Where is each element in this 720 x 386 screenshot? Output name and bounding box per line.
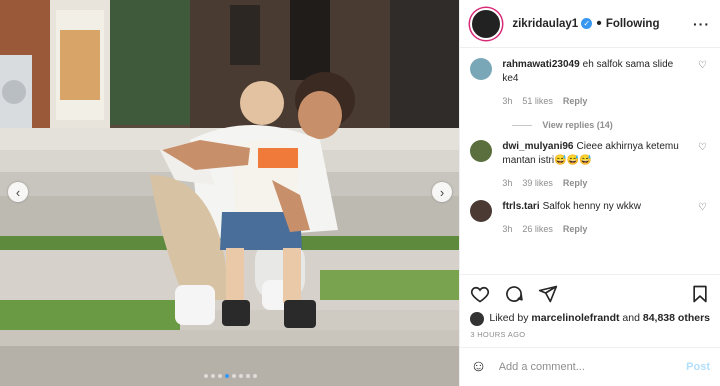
chevron-left-icon[interactable]: ‹	[8, 182, 28, 202]
avatar[interactable]	[470, 140, 493, 162]
comment-meta: 3h 26 likes Reply	[502, 222, 692, 236]
chevron-right-icon[interactable]: ›	[432, 182, 452, 202]
carousel-dot	[210, 374, 215, 378]
comment-username[interactable]: ftrls.tari	[502, 201, 539, 212]
comment-username[interactable]: rahmawati23049	[502, 59, 579, 70]
liked-and-label: and	[622, 312, 640, 324]
reply-button[interactable]: Reply	[563, 222, 588, 236]
comment-body: rahmawati23049 eh salfok sama slide ke4 3…	[502, 58, 692, 108]
likes-text: Liked by marcelinolefrandt and 84,838 ot…	[489, 311, 710, 325]
verified-icon: ✓	[581, 18, 593, 29]
carousel-dot	[245, 374, 250, 378]
comment-time: 3h	[502, 96, 513, 106]
action-bar	[470, 281, 710, 307]
divider	[512, 124, 533, 126]
reply-button[interactable]: Reply	[563, 94, 588, 108]
comment-time: 3h	[502, 224, 513, 234]
avatar[interactable]	[470, 200, 493, 222]
carousel-dot	[217, 374, 222, 378]
carousel-dot-active	[224, 374, 229, 378]
heart-icon[interactable]	[470, 284, 490, 304]
comment-icon[interactable]	[504, 284, 524, 304]
photo-illustration	[0, 0, 460, 386]
carousel-dots	[0, 374, 459, 378]
comment-item: rahmawati23049 eh salfok sama slide ke4 3…	[470, 58, 710, 108]
separator: •	[596, 14, 602, 32]
view-replies-button[interactable]: View replies (14)	[512, 120, 710, 130]
comment-time: 3h	[502, 178, 513, 188]
post-photo[interactable]: ‹ ›	[0, 0, 460, 386]
carousel-dot	[252, 374, 257, 378]
comment-input[interactable]	[496, 360, 687, 374]
comment-text: Salfok henny ny wkkw	[542, 201, 641, 212]
bookmark-icon[interactable]	[690, 284, 710, 304]
comment-meta: 3h 51 likes Reply	[502, 94, 692, 108]
comments-list[interactable]: rahmawati23049 eh salfok sama slide ke4 3…	[460, 48, 720, 274]
avatar[interactable]	[470, 7, 503, 40]
emoji-icon[interactable]: ☺	[470, 358, 486, 376]
comment-meta: 3h 39 likes Reply	[502, 176, 692, 190]
post-button[interactable]: Post	[686, 361, 710, 373]
carousel-dot	[203, 374, 208, 378]
post-header: zikridaulay1 ✓ • Following ···	[460, 0, 720, 48]
add-comment-bar: ☺ Post	[460, 347, 720, 386]
heart-icon[interactable]: ♡	[698, 60, 710, 108]
comment-body: dwi_mulyani96 Cieee akhirnya ketemu manta…	[502, 140, 692, 190]
post-actions-section: Liked by marcelinolefrandt and 84,838 ot…	[460, 274, 720, 347]
avatar[interactable]	[470, 58, 493, 80]
liked-by-label: Liked by	[489, 312, 529, 324]
post-username[interactable]: zikridaulay1	[512, 18, 578, 30]
share-icon[interactable]	[538, 284, 558, 304]
reply-button[interactable]: Reply	[563, 176, 588, 190]
more-options-icon[interactable]: ···	[693, 16, 710, 32]
carousel-dot	[238, 374, 243, 378]
heart-icon[interactable]: ♡	[698, 142, 710, 190]
comment-likes[interactable]: 51 likes	[522, 94, 553, 108]
post-timestamp: 3 HOURS AGO	[470, 330, 526, 339]
post-side-panel: zikridaulay1 ✓ • Following ··· rahmawati…	[459, 0, 720, 386]
instagram-post-modal: ‹ › zikridaulay1 ✓ • Following ··· rahma…	[0, 0, 720, 386]
heart-icon[interactable]: ♡	[698, 202, 710, 236]
liker-username[interactable]: marcelinolefrandt	[531, 312, 619, 324]
comment-item: ftrls.tari Salfok henny ny wkkw 3h 26 lik…	[470, 200, 710, 236]
comment-likes[interactable]: 26 likes	[522, 222, 553, 236]
carousel-dot	[231, 374, 236, 378]
comment-likes[interactable]: 39 likes	[522, 176, 553, 190]
comment-item: dwi_mulyani96 Cieee akhirnya ketemu manta…	[470, 140, 710, 190]
comment-username[interactable]: dwi_mulyani96	[502, 141, 573, 152]
comment-body: ftrls.tari Salfok henny ny wkkw 3h 26 lik…	[502, 200, 692, 236]
view-replies-label: View replies (14)	[542, 120, 613, 130]
likes-summary: Liked by marcelinolefrandt and 84,838 ot…	[470, 311, 710, 326]
following-button[interactable]: Following	[606, 18, 660, 30]
others-link[interactable]: 84,838 others	[643, 312, 710, 324]
avatar[interactable]	[470, 312, 485, 326]
